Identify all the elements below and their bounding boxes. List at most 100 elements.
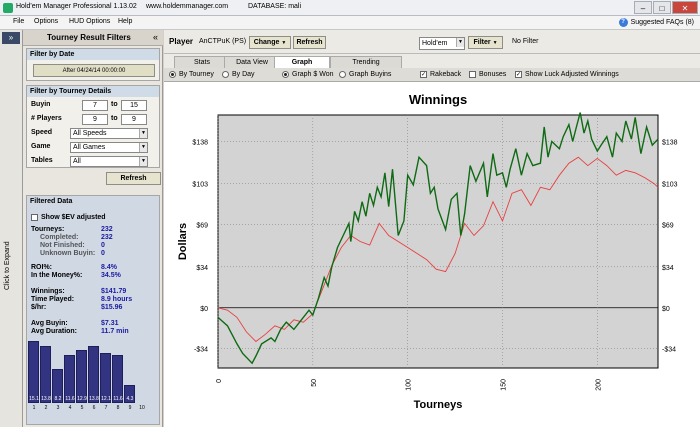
chevron-down-icon: ▼ xyxy=(492,40,498,46)
stat-label: Not Finished: xyxy=(40,242,85,249)
stat-label: Completed: xyxy=(40,234,79,241)
minimize-button[interactable]: – xyxy=(634,1,652,14)
histogram-bar-label: 13.8 xyxy=(89,396,99,402)
graph-won-radio[interactable]: Graph $ Won xyxy=(282,71,334,78)
graph-buyins-radio[interactable]: Graph Buyins xyxy=(339,71,391,78)
histogram-bar-label: 12.1 xyxy=(101,396,111,402)
buyin-min-input[interactable]: 7 xyxy=(82,100,108,111)
player-toolbar: Player AnCTPuK (PS) Change ▼ Refresh Hol… xyxy=(164,30,700,54)
suggested-faqs-link[interactable]: ? Suggested FAQs (8) xyxy=(618,18,694,27)
chevron-down-icon: ▼ xyxy=(139,143,147,152)
tab-trending[interactable]: Trending xyxy=(330,56,402,68)
by-tourney-label: By Tourney xyxy=(179,71,214,78)
show-ev-checkbox[interactable]: Show $EV adjusted xyxy=(31,214,106,221)
filter-button[interactable]: Filter ▼ xyxy=(468,36,503,49)
buyin-max-input[interactable]: 15 xyxy=(121,100,147,111)
rakeback-label: Rakeback xyxy=(430,71,462,78)
histogram-position-label: 1 xyxy=(32,405,36,411)
filter-by-date-header: Filter by Date xyxy=(27,49,159,60)
x-axis-label: Tourneys xyxy=(414,399,463,411)
stat-label: Avg Buyin: xyxy=(31,320,68,327)
stat-value: $141.79 xyxy=(101,288,127,295)
histogram-position-label: 2 xyxy=(44,405,48,411)
show-ev-label: Show $EV adjusted xyxy=(41,214,106,221)
checkmark-icon: ✓ xyxy=(420,71,427,78)
x-tick-label: 100 xyxy=(406,379,413,391)
menu-help[interactable]: Help xyxy=(118,18,132,25)
histogram-position-label: 9 xyxy=(128,405,132,411)
change-label: Change xyxy=(253,39,280,46)
x-tick-label: 0 xyxy=(216,379,223,383)
stat-label: Winnings: xyxy=(31,288,65,295)
chevron-down-icon: ▼ xyxy=(281,40,287,46)
stat-label: Unknown Buyin: xyxy=(40,250,96,257)
collapse-icon[interactable]: « xyxy=(153,32,158,42)
checkbox-icon xyxy=(469,71,476,78)
y-tick-label: $34 xyxy=(196,265,208,272)
y-tick-label-right: -$34 xyxy=(662,347,676,354)
menu-options[interactable]: Options xyxy=(34,18,58,25)
menu-hud-options[interactable]: HUD Options xyxy=(69,18,110,25)
histogram-bar-label: 4.3 xyxy=(126,396,134,402)
game-select[interactable]: All Games ▼ xyxy=(70,142,148,153)
rakeback-checkbox[interactable]: ✓ Rakeback xyxy=(420,71,461,78)
tables-label: Tables xyxy=(31,157,53,164)
y-tick-label-right: $0 xyxy=(662,306,670,313)
tourney-details-box: Filter by Tourney Details Buyin 7 to 15 … xyxy=(26,85,160,168)
stat-value: 0 xyxy=(101,250,105,257)
y-tick-label-right: $34 xyxy=(662,265,674,272)
menu-bar: File Options HUD Options Help ? Suggeste… xyxy=(0,16,700,30)
filters-panel-title: Tourney Result Filters xyxy=(47,33,131,42)
close-button[interactable]: ✕ xyxy=(672,1,698,14)
radio-icon xyxy=(339,71,346,78)
tab-data-view[interactable]: Data View xyxy=(224,56,280,68)
histogram-position-label: 4 xyxy=(68,405,72,411)
stat-value: $15.96 xyxy=(101,304,123,311)
tab-stats[interactable]: Stats xyxy=(174,56,230,68)
date-filter-button[interactable]: After 04/24/14 00:00:00 xyxy=(33,64,155,77)
players-max-input[interactable]: 9 xyxy=(121,114,147,125)
game-type-value: Hold'em xyxy=(422,40,448,47)
plot-area xyxy=(217,114,659,369)
graph-options-bar: By Tourney By Day Graph $ Won Graph Buyi… xyxy=(164,68,700,82)
maximize-button[interactable]: □ xyxy=(653,1,671,14)
buyin-to-label: to xyxy=(111,101,118,108)
by-tourney-radio[interactable]: By Tourney xyxy=(169,71,214,78)
histogram-bar xyxy=(40,346,51,403)
y-axis-label: Dollars xyxy=(177,223,189,260)
players-label: # Players xyxy=(31,115,62,122)
y-tick-label-right: $138 xyxy=(662,140,678,147)
faq-label: Suggested FAQs (8) xyxy=(630,19,694,26)
luck-adjusted-checkbox[interactable]: ✓ Show Luck Adjusted Winnings xyxy=(515,71,619,78)
by-day-radio[interactable]: By Day xyxy=(222,71,255,78)
by-day-label: By Day xyxy=(232,71,255,78)
filters-refresh-button[interactable]: Refresh xyxy=(106,172,161,185)
menu-file[interactable]: File xyxy=(13,18,24,25)
histogram-position-label: 7 xyxy=(104,405,108,411)
tables-value: All xyxy=(73,158,81,165)
game-type-select[interactable]: Hold'em ▼ xyxy=(419,37,465,50)
y-tick-label: $138 xyxy=(192,140,208,147)
speed-label: Speed xyxy=(31,129,53,136)
expand-chevron-icon[interactable]: » xyxy=(2,32,20,44)
radio-icon xyxy=(282,71,289,78)
histogram-bar-label: 8.2 xyxy=(54,396,62,402)
players-min-input[interactable]: 9 xyxy=(82,114,108,125)
expand-rail[interactable]: » Click to Expand xyxy=(0,30,23,427)
histogram-bar-label: 11.6 xyxy=(113,396,123,402)
y-tick-label: $69 xyxy=(196,223,208,230)
stat-value: 11.7 min xyxy=(101,328,129,335)
ev-check-box[interactable] xyxy=(31,214,38,221)
y-tick-label: $0 xyxy=(200,306,208,313)
toolbar-refresh-button[interactable]: Refresh xyxy=(293,36,326,49)
finish-position-histogram: 15.1 1 13.8 2 8.2 3 11.6 4 12.9 5 13.8 6 12.1 7 11.6 8 4… xyxy=(28,337,148,412)
tables-select[interactable]: All ▼ xyxy=(70,156,148,167)
checkmark-icon: ✓ xyxy=(515,71,522,78)
bonuses-checkbox[interactable]: Bonuses xyxy=(469,71,506,78)
histogram-position-label: 5 xyxy=(80,405,84,411)
tab-graph[interactable]: Graph xyxy=(274,56,330,68)
speed-select[interactable]: All Speeds ▼ xyxy=(70,128,148,139)
buyin-label: Buyin xyxy=(31,101,51,108)
radio-icon xyxy=(169,71,176,78)
change-player-button[interactable]: Change ▼ xyxy=(249,36,291,49)
